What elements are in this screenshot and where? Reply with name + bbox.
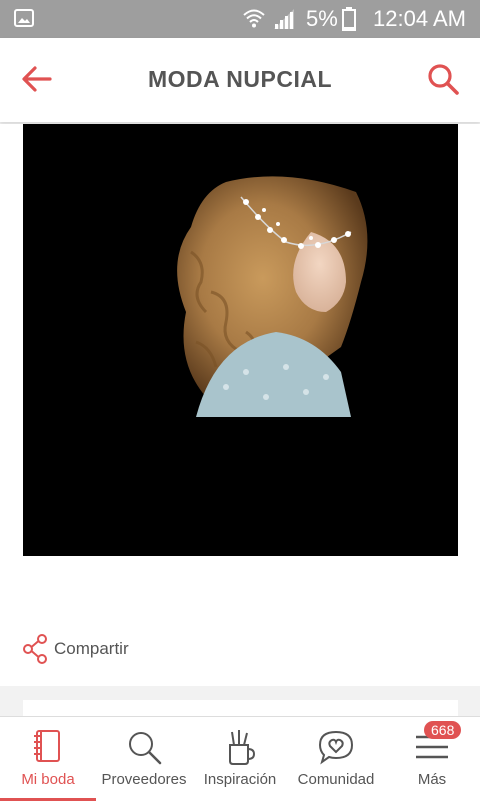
share-icon <box>23 634 47 664</box>
nav-label: Inspiración <box>203 771 277 788</box>
nav-label: Mi boda <box>21 771 75 788</box>
bride-hairstyle-image <box>166 172 372 417</box>
nav-item-mi-boda[interactable]: Mi boda <box>0 717 96 801</box>
bottom-navigation: Mi boda Proveedores Inspiración Comunida… <box>0 716 480 801</box>
bridal-hair-photo[interactable] <box>23 124 458 556</box>
nav-item-proveedores[interactable]: Proveedores <box>96 717 192 801</box>
status-bar: 5% 12:04 AM <box>0 0 480 38</box>
notebook-icon <box>34 730 60 762</box>
share-button[interactable]: Compartir <box>22 632 129 666</box>
nav-label: Más <box>417 771 447 788</box>
nav-item-comunidad[interactable]: Comunidad <box>288 717 384 801</box>
battery-icon <box>342 7 356 31</box>
pencil-cup-icon <box>229 730 256 765</box>
content-card: Compartir <box>0 124 480 686</box>
share-label: Compartir <box>54 639 129 658</box>
nav-item-inspiracion[interactable]: Inspiración <box>192 717 288 801</box>
battery-percent: 5% <box>306 6 338 31</box>
clock: 12:04 AM <box>373 6 466 31</box>
nav-item-mas[interactable]: 668 Más <box>384 717 480 801</box>
page-title: MODA NUPCIAL <box>147 66 333 92</box>
nav-label: Proveedores <box>101 771 187 788</box>
notification-badge: 668 <box>424 721 462 739</box>
nav-label: Comunidad <box>297 771 375 788</box>
search-icon <box>129 732 162 765</box>
image-notification-icon <box>14 9 34 27</box>
chat-heart-icon <box>318 730 354 765</box>
wifi-icon <box>243 9 265 28</box>
signal-icon <box>274 9 294 29</box>
search-icon[interactable] <box>426 62 460 96</box>
app-bar: MODA NUPCIAL <box>0 38 480 122</box>
